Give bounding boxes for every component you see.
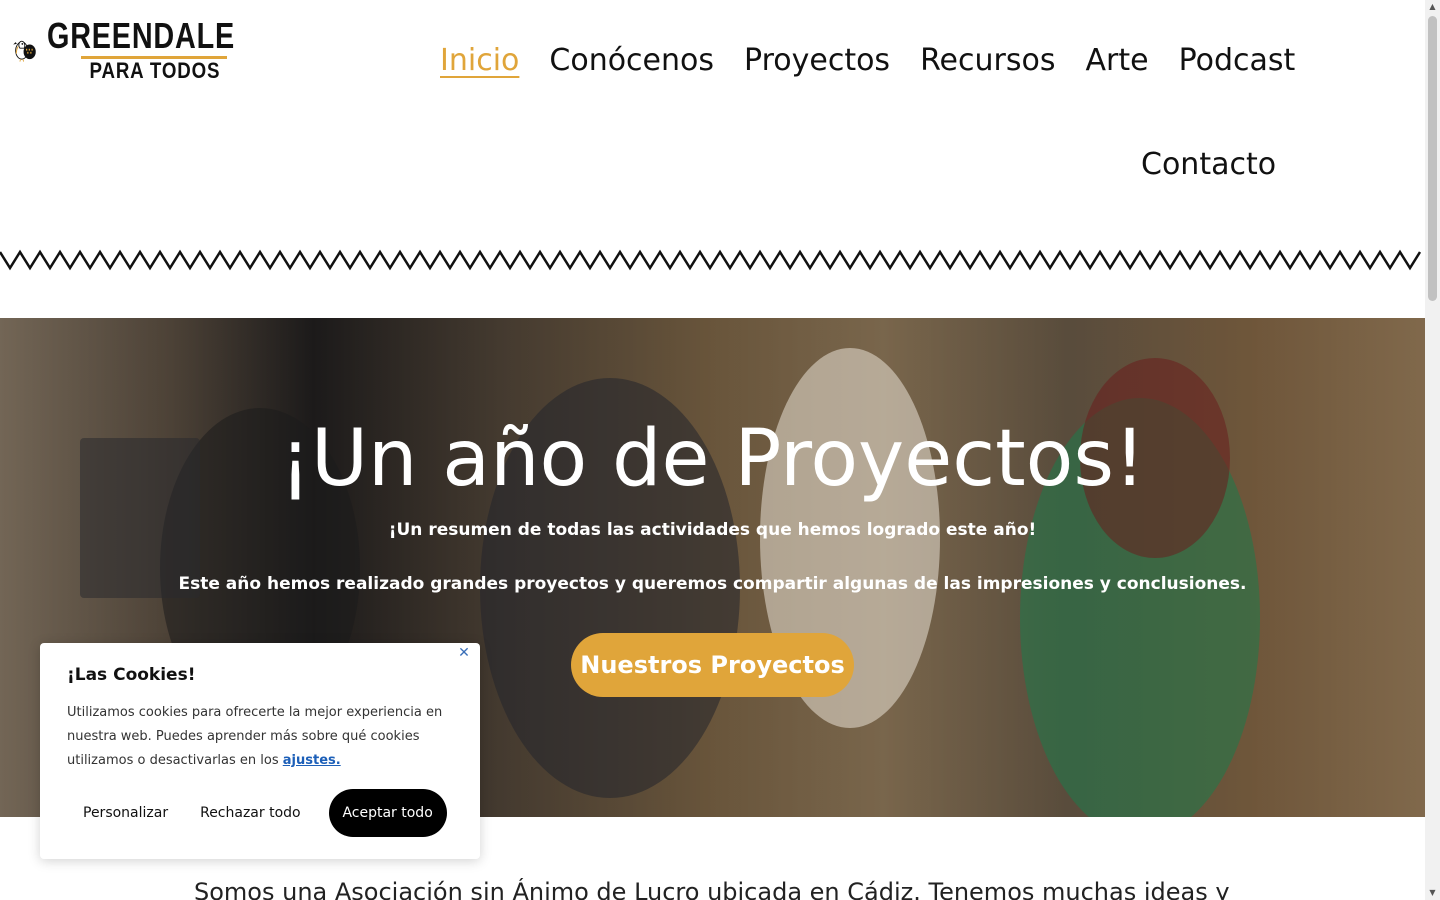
main-nav: Inicio Conócenos Proyectos Recursos Arte… [440, 38, 1295, 84]
cookie-title: ¡Las Cookies! [67, 665, 196, 685]
brand-subtitle: PARA TODOS [89, 57, 220, 83]
nav-item-conocenos[interactable]: Conócenos [549, 38, 714, 84]
cookie-text: Utilizamos cookies para ofrecerte la mej… [67, 701, 457, 773]
cookie-message: Utilizamos cookies para ofrecerte la mej… [67, 705, 443, 768]
customize-button[interactable]: Personalizar [67, 789, 184, 837]
cookie-actions: Personalizar Rechazar todo Aceptar todo [67, 789, 447, 837]
nav-item-podcast[interactable]: Podcast [1179, 38, 1296, 84]
nav-item-inicio[interactable]: Inicio [440, 38, 519, 84]
scroll-up-icon[interactable]: ▲ [1425, 0, 1440, 14]
site-header: GREENDALE PARA TODOS Inicio Conócenos Pr… [0, 0, 1425, 318]
cookie-banner: ✕ ¡Las Cookies! Utilizamos cookies para … [40, 643, 480, 859]
nav-item-recursos[interactable]: Recursos [920, 38, 1055, 84]
bird-logo-icon [13, 40, 36, 62]
scrollbar-thumb[interactable] [1428, 16, 1437, 301]
nav-item-arte[interactable]: Arte [1085, 38, 1148, 84]
our-projects-button[interactable]: Nuestros Proyectos [571, 633, 854, 697]
intro-text: Somos una Asociación sin Ánimo de Lucro … [194, 878, 1230, 900]
hero-subtitle: ¡Un resumen de todas las actividades que… [388, 520, 1037, 540]
reject-all-button[interactable]: Rechazar todo [184, 789, 317, 837]
brand-title: GREENDALE [46, 14, 235, 56]
close-icon[interactable]: ✕ [456, 645, 472, 661]
logo-wordmark: GREENDALE PARA TODOS [46, 14, 262, 83]
accept-all-button[interactable]: Aceptar todo [328, 789, 447, 837]
nav-item-proyectos[interactable]: Proyectos [744, 38, 890, 84]
page-scrollbar[interactable]: ▲ ▼ [1425, 0, 1440, 900]
scroll-down-icon[interactable]: ▼ [1425, 886, 1440, 900]
nav-item-contacto[interactable]: Contacto [1141, 142, 1276, 188]
zigzag-divider [0, 249, 1422, 271]
hero-description: Este año hemos realizado grandes proyect… [178, 574, 1247, 594]
cookie-settings-link[interactable]: ajustes. [283, 753, 341, 768]
hero-title: ¡Un año de Proyectos! [279, 414, 1146, 504]
site-logo[interactable]: GREENDALE PARA TODOS [12, 10, 262, 90]
